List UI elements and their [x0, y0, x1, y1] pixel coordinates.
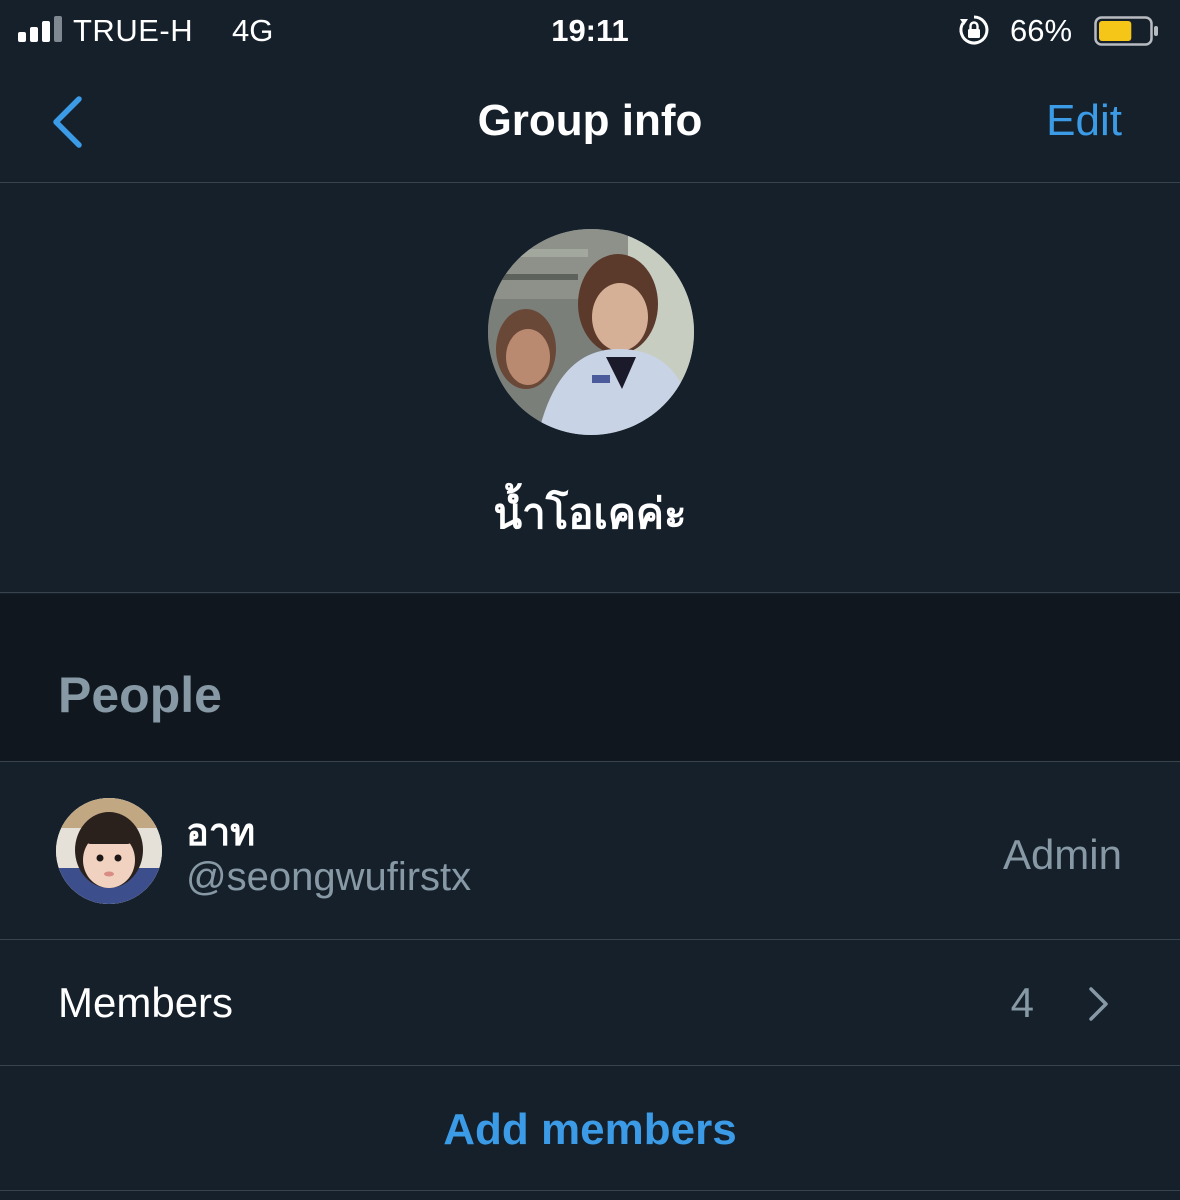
member-name: อาท [186, 810, 256, 854]
group-avatar[interactable] [488, 229, 694, 435]
navigation-bar: Group info Edit [0, 62, 1180, 183]
avatar[interactable] [56, 798, 162, 904]
members-label: Members [58, 979, 234, 1026]
page-title: Group info [477, 96, 703, 145]
add-members-button[interactable]: Add members [0, 1105, 1180, 1155]
battery-percentage: 66% [1010, 13, 1073, 48]
section-title: People [58, 667, 222, 723]
member-handle: @seongwufirstx [186, 855, 472, 899]
chevron-right-icon [1089, 987, 1108, 1021]
member-avatar-image [56, 798, 162, 904]
group-header: น้ำโอเคค่ะ [0, 183, 1180, 593]
battery-icon [1094, 16, 1158, 46]
orientation-lock-icon [959, 15, 989, 45]
group-avatar-image [488, 229, 694, 435]
group-info-screen: TRUE-H 4G 19:11 66% Group info Edit น้ำโ… [0, 0, 1180, 1200]
people-section-header: People [0, 594, 1180, 762]
add-members-row: Add members [0, 1067, 1180, 1191]
status-time: 19:11 [551, 13, 629, 48]
member-row[interactable]: อาท @seongwufirstx Admin [0, 763, 1180, 940]
member-role-badge: Admin [1002, 831, 1122, 878]
members-count: 4 [1010, 979, 1034, 1026]
group-name: น้ำโอเคค่ะ [493, 489, 687, 538]
members-list-link[interactable]: Members 4 [0, 941, 1180, 1066]
status-bar: TRUE-H 4G 19:11 66% [0, 0, 1180, 62]
edit-button[interactable]: Edit [1046, 96, 1122, 146]
